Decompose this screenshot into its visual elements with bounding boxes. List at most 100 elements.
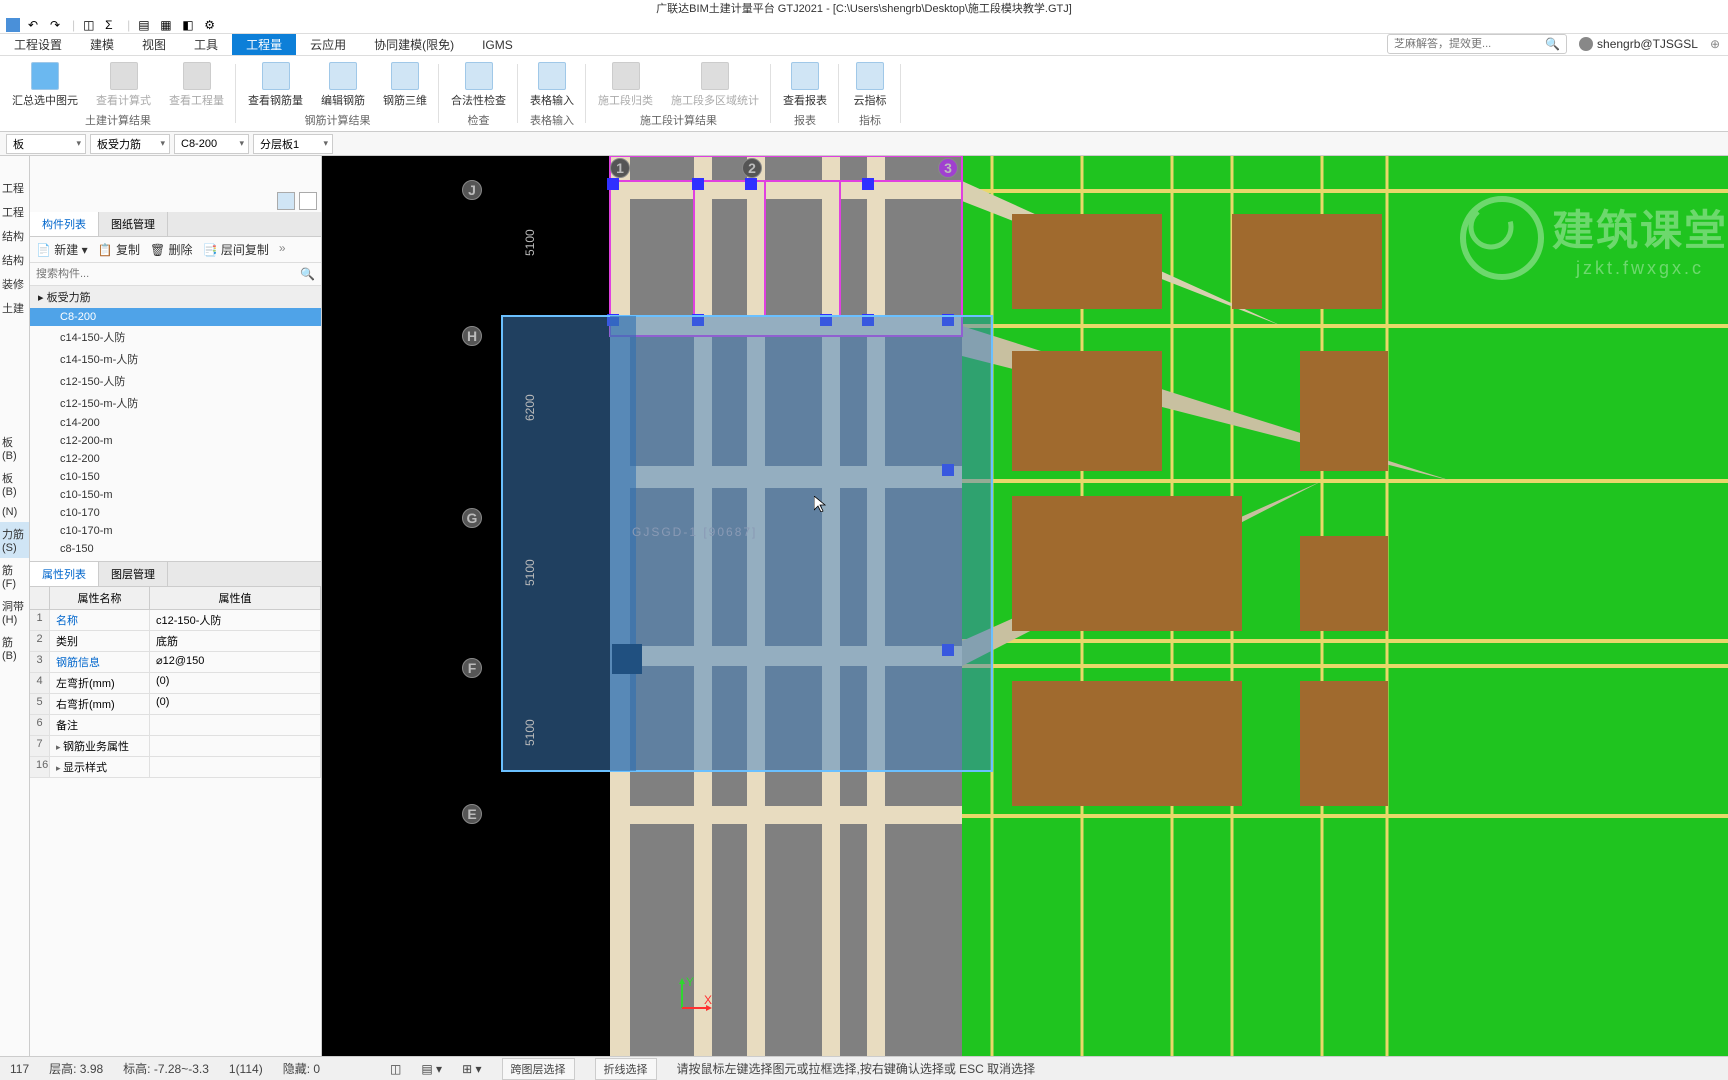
tree-item[interactable]: 结构: [0, 248, 29, 272]
grid-label-j: J: [462, 180, 482, 200]
detail-view-icon[interactable]: [299, 192, 317, 210]
property-row[interactable]: 4 左弯折(mm) (0): [30, 673, 321, 694]
tree-item[interactable]: 装修: [0, 272, 29, 296]
category-selector[interactable]: 板: [6, 134, 86, 154]
table-input-button[interactable]: 表格输入: [522, 58, 582, 112]
component-search[interactable]: 🔍: [30, 263, 321, 286]
tree-item[interactable]: 筋(B): [0, 630, 29, 666]
component-search-input[interactable]: [36, 268, 300, 280]
tree-item[interactable]: 板(B): [0, 430, 29, 466]
search-input[interactable]: [1394, 38, 1545, 50]
user-info[interactable]: shengrb@TJSGSL: [1579, 37, 1698, 51]
tree-item[interactable]: 工程: [0, 176, 29, 200]
rebar-3d-button[interactable]: 钢筋三维: [375, 58, 435, 112]
tab-properties[interactable]: 属性列表: [30, 562, 99, 586]
property-row[interactable]: 3 钢筋信息 ⌀12@150: [30, 652, 321, 673]
menu-collab[interactable]: 协同建模(限免): [360, 34, 468, 55]
tree-item[interactable]: 结构: [0, 224, 29, 248]
component-item[interactable]: c14-150-人防: [30, 326, 321, 348]
component-item[interactable]: c12-200-m: [30, 432, 321, 450]
save-icon[interactable]: [6, 18, 20, 32]
property-row[interactable]: 16 显示样式: [30, 757, 321, 778]
drawing-viewport[interactable]: GJSGD-1 [90687] 5100 6200 5100 5100 J H …: [322, 156, 1728, 1056]
tree-item[interactable]: 工程: [0, 200, 29, 224]
menu-quantity[interactable]: 工程量: [232, 34, 296, 55]
layer-selector[interactable]: 分层板1: [253, 134, 333, 154]
component-item[interactable]: c10-170-m: [30, 522, 321, 540]
grid-label-e: E: [462, 804, 482, 824]
view-icon[interactable]: ◧: [182, 18, 196, 32]
property-row[interactable]: 1 名称 c12-150-人防: [30, 610, 321, 631]
svg-text:GJSGD-1 [90687]: GJSGD-1 [90687]: [632, 525, 757, 539]
new-button[interactable]: 📄 新建 ▾: [36, 241, 88, 258]
menu-modeling[interactable]: 建模: [76, 34, 128, 55]
sum-icon[interactable]: Σ: [105, 18, 119, 32]
summary-selected-button[interactable]: 汇总选中图元: [4, 58, 86, 112]
property-row[interactable]: 6 备注: [30, 715, 321, 736]
status-icon[interactable]: ▤ ▾: [421, 1062, 442, 1076]
construction-zones-button[interactable]: 施工段多区域统计: [663, 58, 767, 112]
component-item[interactable]: c12-200: [30, 450, 321, 468]
component-item[interactable]: c12-150-人防: [30, 370, 321, 392]
tab-drawing-mgmt[interactable]: 图纸管理: [99, 212, 168, 236]
polyline-select-button[interactable]: 折线选择: [595, 1058, 657, 1080]
component-item[interactable]: c10-170: [30, 504, 321, 522]
list-view-icon[interactable]: [277, 192, 295, 210]
component-item[interactable]: c8-150: [30, 540, 321, 558]
redo-icon[interactable]: ↷: [50, 18, 64, 32]
component-item[interactable]: c10-150: [30, 468, 321, 486]
settings-icon[interactable]: ⚙: [204, 18, 218, 32]
type-selector[interactable]: 板受力筋: [90, 134, 170, 154]
search-icon[interactable]: 🔍: [300, 267, 315, 281]
floor-copy-button[interactable]: 📑 层间复制: [203, 241, 269, 258]
tree-item[interactable]: 洞带(H): [0, 594, 29, 630]
undo-icon[interactable]: ↶: [28, 18, 42, 32]
col-name: 属性名称: [50, 587, 150, 609]
menu-cloud[interactable]: 云应用: [296, 34, 360, 55]
validity-check-button[interactable]: 合法性检查: [443, 58, 514, 112]
menu-project-settings[interactable]: 工程设置: [0, 34, 76, 55]
view-formula-button[interactable]: 查看计算式: [88, 58, 159, 112]
option-icon[interactable]: ▤: [138, 18, 152, 32]
spec-selector[interactable]: C8-200: [174, 134, 249, 154]
tab-layers[interactable]: 图层管理: [99, 562, 168, 586]
view-report-button[interactable]: 查看报表: [775, 58, 835, 112]
cloud-index-button[interactable]: 云指标: [843, 58, 897, 112]
global-icon[interactable]: ⊕: [1710, 37, 1720, 51]
menu-tools[interactable]: 工具: [180, 34, 232, 55]
copy-button[interactable]: 📋 复制: [98, 241, 140, 258]
menu-igms[interactable]: IGMS: [468, 34, 527, 55]
help-search[interactable]: 🔍: [1387, 34, 1567, 54]
tree-header[interactable]: ▸ 板受力筋: [30, 286, 321, 308]
menu-view[interactable]: 视图: [128, 34, 180, 55]
delete-button[interactable]: 🗑 删除: [150, 241, 193, 258]
property-row[interactable]: 7 钢筋业务属性: [30, 736, 321, 757]
status-icon[interactable]: ⊞ ▾: [462, 1062, 481, 1076]
tab-component-list[interactable]: 构件列表: [30, 212, 99, 236]
view-rebar-button[interactable]: 查看钢筋量: [240, 58, 311, 112]
status-icon[interactable]: ◫: [390, 1062, 401, 1076]
tree-item-selected[interactable]: 力筋(S): [0, 522, 29, 558]
plan-drawing[interactable]: GJSGD-1 [90687] 5100 6200 5100 5100: [322, 156, 1728, 1056]
property-tabs: 属性列表 图层管理: [30, 562, 321, 587]
component-item[interactable]: c14-150-m-人防: [30, 348, 321, 370]
tree-item[interactable]: 土建: [0, 296, 29, 320]
layer-icon[interactable]: ▦: [160, 18, 174, 32]
tree-item[interactable]: 板(B): [0, 466, 29, 502]
tool-icon[interactable]: ◫: [83, 18, 97, 32]
component-item[interactable]: c14-200: [30, 414, 321, 432]
tree-item[interactable]: (N): [0, 502, 29, 522]
search-icon[interactable]: 🔍: [1545, 37, 1560, 51]
edit-rebar-button[interactable]: 编辑钢筋: [313, 58, 373, 112]
property-row[interactable]: 2 类别 底筋: [30, 631, 321, 652]
property-row[interactable]: 5 右弯折(mm) (0): [30, 694, 321, 715]
component-item[interactable]: c12-150-m-人防: [30, 392, 321, 414]
tree-item[interactable]: 筋(F): [0, 558, 29, 594]
cross-layer-select-button[interactable]: 跨图层选择: [502, 1058, 575, 1080]
construction-category-button[interactable]: 施工段归类: [590, 58, 661, 112]
view-quantity-button[interactable]: 查看工程量: [161, 58, 232, 112]
component-item[interactable]: C8-200: [30, 308, 321, 326]
component-item[interactable]: c10-150-m: [30, 486, 321, 504]
col-value: 属性值: [150, 587, 321, 609]
property-header: 属性名称 属性值: [30, 587, 321, 610]
